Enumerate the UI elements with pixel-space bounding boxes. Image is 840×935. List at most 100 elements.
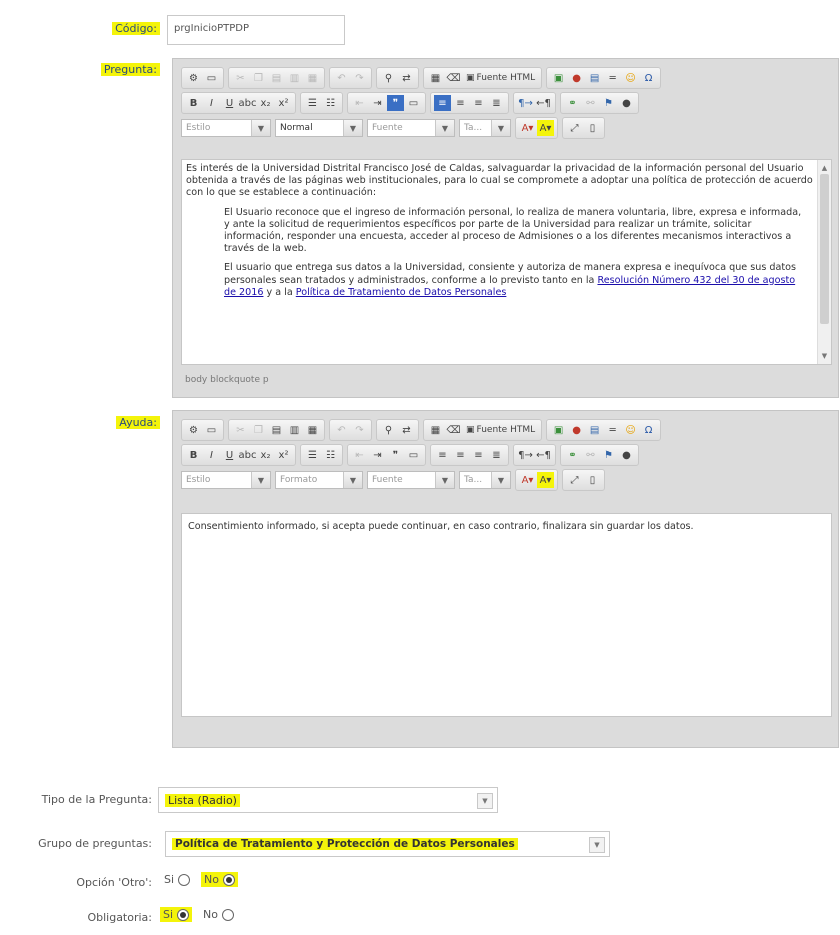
size-combo[interactable]: Ta... ▼ xyxy=(459,119,511,137)
underline-icon[interactable]: U xyxy=(221,447,238,463)
align-left-icon[interactable]: ≡ xyxy=(434,447,451,463)
settings-icon[interactable]: ⚙ xyxy=(185,70,202,86)
subscript-icon[interactable]: x₂ xyxy=(257,447,274,463)
align-justify-icon[interactable]: ≣ xyxy=(488,447,505,463)
find-icon[interactable]: ⚲ xyxy=(380,70,397,86)
about-icon[interactable]: ● xyxy=(618,447,635,463)
ltr-icon[interactable]: ¶→ xyxy=(517,95,534,111)
superscript-icon[interactable]: x² xyxy=(275,447,292,463)
redo-icon[interactable]: ↷ xyxy=(351,422,368,438)
bullet-list-icon[interactable]: ☷ xyxy=(322,447,339,463)
opcion-otro-no-radio[interactable] xyxy=(222,874,235,886)
source-button[interactable]: ▣ Fuente HTML xyxy=(463,422,538,438)
text-color-icon[interactable]: A▾ xyxy=(519,472,536,488)
bg-color-icon[interactable]: A▾ xyxy=(537,120,554,136)
settings-icon[interactable]: ⚙ xyxy=(185,422,202,438)
strike-icon[interactable]: abc xyxy=(239,95,257,111)
font-combo[interactable]: Fuente ▼ xyxy=(367,471,455,489)
codigo-input[interactable]: prgInicioPTPDP xyxy=(167,15,345,45)
paste-word-icon[interactable]: ▦ xyxy=(304,422,321,438)
style-combo[interactable]: Estilo ▼ xyxy=(181,471,271,489)
bold-icon[interactable]: B xyxy=(185,447,202,463)
indent-icon[interactable]: ⇥ xyxy=(369,95,386,111)
anchor-icon[interactable]: ⚑ xyxy=(600,447,617,463)
numbered-list-icon[interactable]: ☰ xyxy=(304,447,321,463)
format-combo[interactable]: Normal ▼ xyxy=(275,119,363,137)
cut-icon[interactable]: ✂ xyxy=(232,70,249,86)
eraser-icon[interactable]: ⌫ xyxy=(445,422,462,438)
unlink-icon[interactable]: ⚯ xyxy=(582,447,599,463)
flash-icon[interactable]: ● xyxy=(568,70,585,86)
outdent-icon[interactable]: ⇤ xyxy=(351,447,368,463)
show-blocks-icon[interactable]: ▯ xyxy=(584,120,601,136)
size-combo[interactable]: Ta... ▼ xyxy=(459,471,511,489)
indent-icon[interactable]: ⇥ xyxy=(369,447,386,463)
paste-text-icon[interactable]: ▥ xyxy=(286,422,303,438)
image-icon[interactable]: ▭ xyxy=(203,422,220,438)
italic-icon[interactable]: I xyxy=(203,447,220,463)
maximize-icon[interactable]: ⤢ xyxy=(566,472,583,488)
pregunta-content[interactable]: Es interés de la Universidad Distrital F… xyxy=(181,159,832,365)
bg-color-icon[interactable]: A▾ xyxy=(537,472,554,488)
rtl-icon[interactable]: ←¶ xyxy=(535,447,552,463)
image-insert-icon[interactable]: ▣ xyxy=(550,422,567,438)
politica-link[interactable]: Política de Tratamiento de Datos Persona… xyxy=(296,287,507,298)
text-color-icon[interactable]: A▾ xyxy=(519,120,536,136)
tipo-select[interactable]: Lista (Radio) ▼ xyxy=(158,787,498,813)
about-icon[interactable]: ● xyxy=(618,95,635,111)
align-justify-icon[interactable]: ≣ xyxy=(488,95,505,111)
replace-icon[interactable]: ⇄ xyxy=(398,70,415,86)
rtl-icon[interactable]: ←¶ xyxy=(535,95,552,111)
ltr-icon[interactable]: ¶→ xyxy=(517,447,534,463)
obligatoria-si-radio[interactable] xyxy=(176,909,189,921)
smiley-icon[interactable]: ☺ xyxy=(622,70,639,86)
table-insert-icon[interactable]: ▤ xyxy=(586,422,603,438)
blockquote-icon[interactable]: ❞ xyxy=(387,95,404,111)
align-center-icon[interactable]: ≡ xyxy=(452,447,469,463)
opcion-otro-si-radio[interactable] xyxy=(177,874,190,886)
undo-icon[interactable]: ↶ xyxy=(333,70,350,86)
bold-icon[interactable]: B xyxy=(185,95,202,111)
table-insert-icon[interactable]: ▤ xyxy=(586,70,603,86)
replace-icon[interactable]: ⇄ xyxy=(398,422,415,438)
maximize-icon[interactable]: ⤢ xyxy=(566,120,583,136)
paste-word-icon[interactable]: ▦ xyxy=(304,70,321,86)
paste-icon[interactable]: ▤ xyxy=(268,70,285,86)
anchor-icon[interactable]: ⚑ xyxy=(600,95,617,111)
special-char-icon[interactable]: Ω xyxy=(640,422,657,438)
scroll-down-icon[interactable]: ▼ xyxy=(818,350,831,362)
style-combo[interactable]: Estilo ▼ xyxy=(181,119,271,137)
copy-icon[interactable]: ❐ xyxy=(250,70,267,86)
flash-icon[interactable]: ● xyxy=(568,422,585,438)
div-icon[interactable]: ▭ xyxy=(405,447,422,463)
paste-text-icon[interactable]: ▥ xyxy=(286,70,303,86)
hr-icon[interactable]: ═ xyxy=(604,70,621,86)
source-button[interactable]: ▣ Fuente HTML xyxy=(463,70,538,86)
superscript-icon[interactable]: x² xyxy=(275,95,292,111)
bullet-list-icon[interactable]: ☷ xyxy=(322,95,339,111)
outdent-icon[interactable]: ⇤ xyxy=(351,95,368,111)
smiley-icon[interactable]: ☺ xyxy=(622,422,639,438)
font-combo[interactable]: Fuente ▼ xyxy=(367,119,455,137)
eraser-icon[interactable]: ⌫ xyxy=(445,70,462,86)
unlink-icon[interactable]: ⚯ xyxy=(582,95,599,111)
cut-icon[interactable]: ✂ xyxy=(232,422,249,438)
grupo-select[interactable]: Política de Tratamiento y Protección de … xyxy=(165,831,610,857)
align-right-icon[interactable]: ≡ xyxy=(470,447,487,463)
ayuda-content[interactable]: Consentimiento informado, si acepta pued… xyxy=(181,513,832,717)
format-combo[interactable]: Formato ▼ xyxy=(275,471,363,489)
link-icon[interactable]: ⚭ xyxy=(564,447,581,463)
undo-icon[interactable]: ↶ xyxy=(333,422,350,438)
image-icon[interactable]: ▭ xyxy=(203,70,220,86)
align-center-icon[interactable]: ≡ xyxy=(452,95,469,111)
redo-icon[interactable]: ↷ xyxy=(351,70,368,86)
scroll-up-icon[interactable]: ▲ xyxy=(818,162,831,174)
table-icon[interactable]: ▦ xyxy=(427,70,444,86)
copy-icon[interactable]: ❐ xyxy=(250,422,267,438)
align-left-icon[interactable]: ≡ xyxy=(434,95,451,111)
paste-icon[interactable]: ▤ xyxy=(268,422,285,438)
special-char-icon[interactable]: Ω xyxy=(640,70,657,86)
pregunta-scrollbar[interactable]: ▲ ▼ xyxy=(817,160,831,364)
image-insert-icon[interactable]: ▣ xyxy=(550,70,567,86)
hr-icon[interactable]: ═ xyxy=(604,422,621,438)
